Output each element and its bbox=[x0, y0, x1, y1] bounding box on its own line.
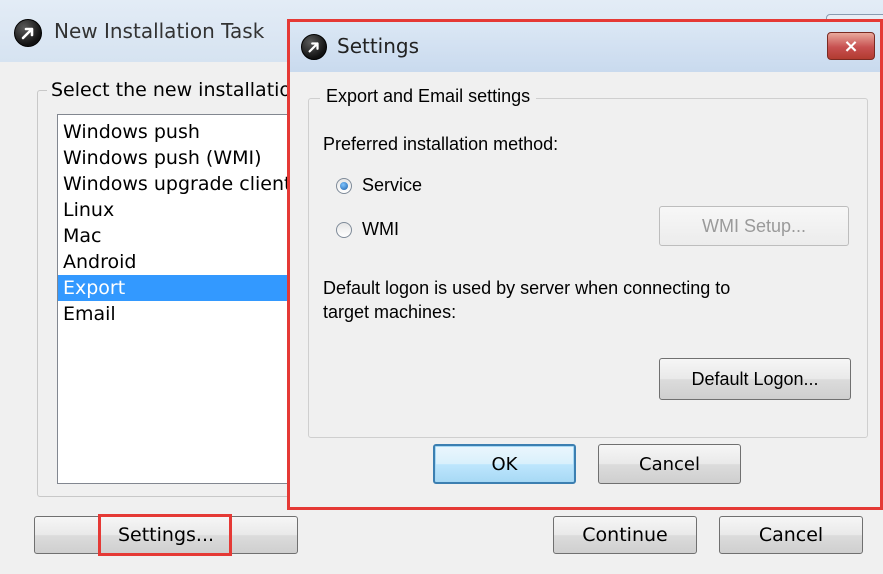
installation-type-group-label: Select the new installation type: bbox=[47, 79, 291, 101]
highlight-box-settings-dialog bbox=[287, 19, 883, 510]
highlight-box-settings-button bbox=[98, 514, 232, 556]
continue-button-label: Continue bbox=[582, 524, 668, 546]
cancel-button-label: Cancel bbox=[758, 524, 824, 546]
list-item-selected[interactable]: Export bbox=[58, 275, 298, 301]
list-item[interactable]: Windows upgrade client bbox=[58, 171, 298, 197]
cancel-button[interactable]: Cancel bbox=[719, 516, 863, 554]
continue-button[interactable]: Continue bbox=[553, 516, 697, 554]
list-item[interactable]: Windows push (WMI) bbox=[58, 145, 298, 171]
list-item[interactable]: Linux bbox=[58, 197, 298, 223]
list-item[interactable]: Windows push bbox=[58, 119, 298, 145]
installation-type-listbox[interactable]: Windows push Windows push (WMI) Windows … bbox=[57, 114, 299, 484]
window-title: New Installation Task bbox=[54, 19, 265, 43]
list-item[interactable]: Mac bbox=[58, 223, 298, 249]
list-item[interactable]: Android bbox=[58, 249, 298, 275]
arrow-up-right-circle-icon bbox=[14, 19, 42, 47]
list-item[interactable]: Email bbox=[58, 301, 298, 327]
